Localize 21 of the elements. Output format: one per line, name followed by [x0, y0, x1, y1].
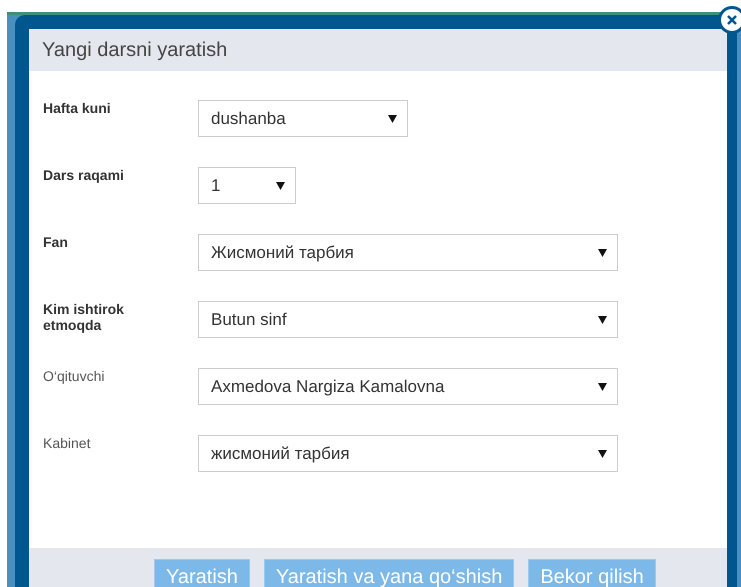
select-field[interactable]: dushanba	[198, 100, 408, 137]
close-button[interactable]	[718, 6, 741, 34]
field-label: O‘qituvchi	[43, 368, 106, 384]
select-field[interactable]: жисмоний тарбия	[198, 435, 618, 472]
caret-icon	[276, 182, 285, 190]
caret-icon	[598, 316, 607, 324]
caret-icon	[598, 450, 607, 458]
select-field[interactable]: Butun sinf	[198, 301, 618, 338]
caret-icon	[598, 382, 607, 390]
field-label: Kim ishtirok etmoqda	[43, 301, 125, 333]
dialog-title: Yangi darsni yaratish	[42, 38, 228, 63]
field-label: Kabinet	[43, 435, 92, 451]
caret-icon	[598, 248, 607, 256]
close-icon	[727, 15, 737, 25]
select-field[interactable]: 1	[198, 167, 296, 204]
select-field[interactable]: Axmedova Nargiza Kamalovna	[198, 368, 618, 405]
caret-icon	[388, 114, 397, 122]
field-label: Hafta kuni	[43, 100, 112, 116]
select-field[interactable]: Жисмоний тарбия	[198, 234, 618, 271]
field-label: Dars raqami	[43, 167, 125, 183]
field-label: Fan	[43, 234, 69, 250]
